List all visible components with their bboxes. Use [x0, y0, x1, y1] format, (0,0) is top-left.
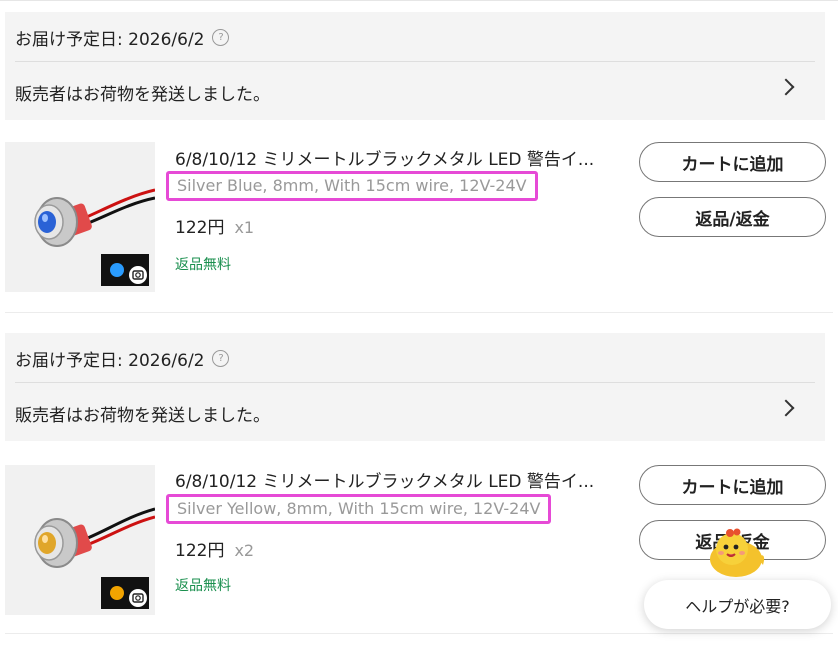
help-button[interactable]: ヘルプが必要?: [644, 580, 831, 629]
product-title[interactable]: 6/8/10/12 ミリメートルブラックメタル LED 警告イ...: [175, 467, 605, 492]
add-to-cart-button[interactable]: カートに追加: [639, 142, 826, 182]
delivery-date: お届け予定日: 2026/6/2 ?: [15, 25, 230, 50]
led-lens: [38, 211, 56, 233]
product-price: 122円 x1: [175, 213, 254, 238]
return-refund-button[interactable]: 返品/返金: [639, 197, 826, 237]
chevron-right-icon[interactable]: [777, 78, 795, 96]
quantity: x2: [234, 541, 255, 560]
chevron-right-icon[interactable]: [777, 399, 795, 417]
order-status-header: お届け予定日: 2026/6/2 ? 販売者はお荷物を発送しました。: [5, 333, 825, 441]
product-variant: Silver Yellow, 8mm, With 15cm wire, 12V-…: [166, 494, 552, 524]
product-price: 122円 x2: [175, 536, 254, 561]
led-lens: [38, 532, 56, 554]
product-image[interactable]: [5, 465, 155, 615]
order-status-header: お届け予定日: 2026/6/2 ? 販売者はお荷物を発送しました。: [5, 12, 825, 120]
free-return-label: 返品無料: [175, 578, 231, 594]
led-indicator-image: [34, 507, 155, 609]
add-to-cart-button[interactable]: カートに追加: [639, 465, 826, 505]
free-return-label: 返品無料: [175, 257, 231, 273]
product-title[interactable]: 6/8/10/12 ミリメートルブラックメタル LED 警告イ...: [175, 145, 605, 170]
delivery-date-text: お届け予定日: 2026/6/2: [15, 30, 205, 50]
section-divider: [5, 633, 833, 634]
header-divider: [15, 382, 815, 383]
shipping-status[interactable]: 販売者はお荷物を発送しました。: [15, 80, 270, 105]
delivery-date-text: お届け予定日: 2026/6/2: [15, 351, 205, 371]
help-circle-icon[interactable]: ?: [212, 350, 230, 367]
help-circle-icon[interactable]: ?: [212, 29, 230, 46]
led-indicator-image: [34, 188, 155, 286]
shipping-status[interactable]: 販売者はお荷物を発送しました。: [15, 401, 270, 426]
header-divider: [15, 61, 815, 62]
chat-mascot-icon[interactable]: [705, 527, 767, 579]
delivery-date: お届け予定日: 2026/6/2 ?: [15, 346, 230, 371]
order-block-1: お届け予定日: 2026/6/2 ? 販売者はお荷物を発送しました。 6/8/1…: [0, 0, 838, 322]
product-image[interactable]: [5, 142, 155, 292]
section-divider: [5, 312, 833, 313]
quantity: x1: [234, 218, 255, 237]
price-value: 122円: [175, 541, 225, 561]
price-value: 122円: [175, 218, 225, 238]
product-variant: Silver Blue, 8mm, With 15cm wire, 12V-24…: [166, 171, 538, 201]
